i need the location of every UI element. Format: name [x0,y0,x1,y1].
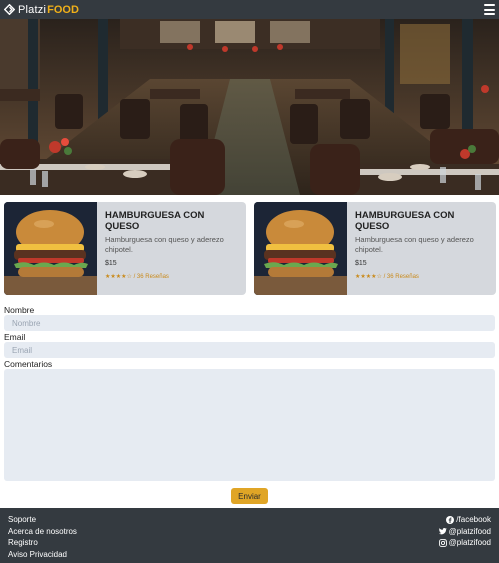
rating-reviews: / 36 Reseñas [381,274,419,280]
social-twitter[interactable]: @platzifood [438,526,491,538]
email-label: Email [4,332,26,342]
name-label: Nombre [4,305,35,315]
email-input[interactable] [4,342,495,358]
burger-photo [4,202,97,295]
social-instagram[interactable]: @platzifood [438,537,491,549]
product-price: $15 [105,260,117,267]
social-facebook[interactable]: /facebook [439,514,491,526]
brand-link[interactable]: Platzi FOOD [4,4,79,16]
product-rating: ★★★★☆ / 36 Reseñas [105,273,240,280]
footer: Soporte Acerca de nosotros Registro Avis… [0,508,499,563]
platzi-logo-icon [4,4,15,15]
footer-link-privacidad[interactable]: Aviso Privacidad [8,549,77,561]
top-navbar: Platzi FOOD [0,0,499,19]
product-card[interactable]: HAMBURGUESA CON QUESO Hamburguesa con qu… [4,202,246,295]
footer-social: /facebook @platzifood @platzifood [438,514,491,549]
footer-link-acerca[interactable]: Acerca de nosotros [8,526,77,538]
restaurant-interior-photo [0,19,499,195]
rating-reviews: / 36 Reseñas [131,274,169,280]
brand-name: Platzi [18,3,47,16]
product-card[interactable]: HAMBURGUESA CON QUESO Hamburguesa con qu… [254,202,496,295]
footer-link-soporte[interactable]: Soporte [8,514,77,526]
product-price: $15 [355,260,367,267]
product-rating: ★★★★☆ / 36 Reseñas [355,273,490,280]
burger-photo [254,202,347,295]
twitter-icon [438,528,447,535]
product-title: HAMBURGUESA CON QUESO [355,210,455,232]
rating-stars: ★★★★☆ [105,274,132,280]
comments-label: Comentarios [4,359,53,369]
product-description: Hamburguesa con queso y aderezo chipotel… [355,235,474,254]
product-title: HAMBURGUESA CON QUESO [105,210,205,232]
hero-image [0,19,499,195]
comments-textarea[interactable] [4,369,495,481]
brand-accent: FOOD [47,3,79,16]
footer-link-registro[interactable]: Registro [8,537,77,549]
submit-button[interactable]: Enviar [231,488,268,504]
product-description: Hamburguesa con queso y aderezo chipotel… [105,235,224,254]
social-twitter-label: @platzifood [448,526,491,536]
name-input[interactable] [4,315,495,331]
social-instagram-label: @platzifood [448,538,491,548]
facebook-icon [446,515,455,524]
rating-stars: ★★★★☆ [355,274,382,280]
instagram-icon [438,538,447,547]
social-facebook-label: /facebook [456,515,491,525]
footer-links: Soporte Acerca de nosotros Registro Avis… [8,514,77,560]
hamburger-menu-icon[interactable] [484,4,495,15]
